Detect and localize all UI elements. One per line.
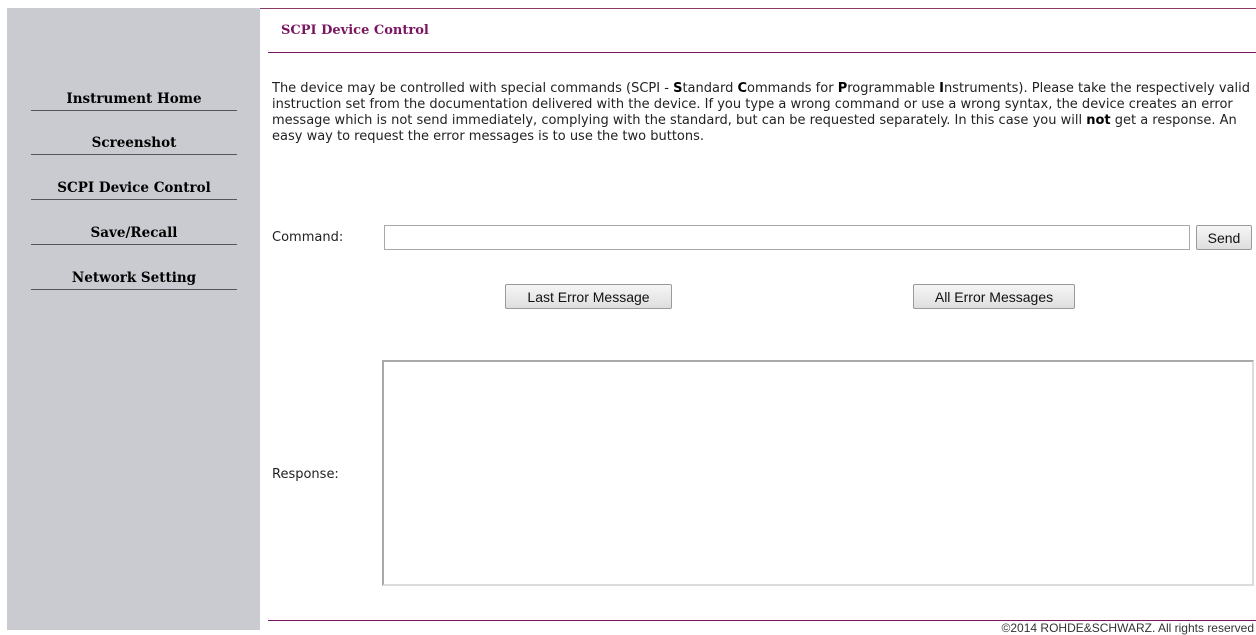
response-label: Response:	[272, 467, 339, 482]
title-divider	[268, 52, 1256, 53]
intro-bold: not	[1086, 113, 1111, 128]
sidebar: Instrument Home Screenshot SCPI Device C…	[7, 8, 260, 630]
top-divider	[260, 8, 1256, 9]
sidebar-item-scpi-device-control[interactable]: SCPI Device Control	[31, 180, 237, 200]
intro-paragraph: The device may be controlled with specia…	[272, 81, 1252, 145]
intro-bold: P	[837, 81, 848, 96]
intro-bold: C	[737, 81, 748, 96]
intro-text: tandard	[682, 81, 738, 96]
footer-copyright: ©2014 ROHDE&SCHWARZ. All rights reserved	[1001, 621, 1254, 635]
sidebar-item-save-recall[interactable]: Save/Recall	[31, 225, 237, 245]
intro-text: The device may be controlled with specia…	[272, 81, 674, 96]
intro-text: ommands for	[747, 81, 838, 96]
sidebar-item-network-setting[interactable]: Network Setting	[31, 270, 237, 290]
sidebar-item-instrument-home[interactable]: Instrument Home	[31, 91, 237, 111]
send-button[interactable]: Send	[1196, 225, 1252, 250]
sidebar-item-screenshot[interactable]: Screenshot	[31, 135, 237, 155]
command-label: Command:	[272, 230, 344, 245]
page-title: SCPI Device Control	[281, 23, 429, 38]
command-input[interactable]	[384, 225, 1190, 250]
intro-text: rogrammable	[847, 81, 940, 96]
last-error-message-button[interactable]: Last Error Message	[505, 284, 672, 309]
response-textarea[interactable]	[382, 360, 1254, 586]
all-error-messages-button[interactable]: All Error Messages	[913, 284, 1075, 309]
